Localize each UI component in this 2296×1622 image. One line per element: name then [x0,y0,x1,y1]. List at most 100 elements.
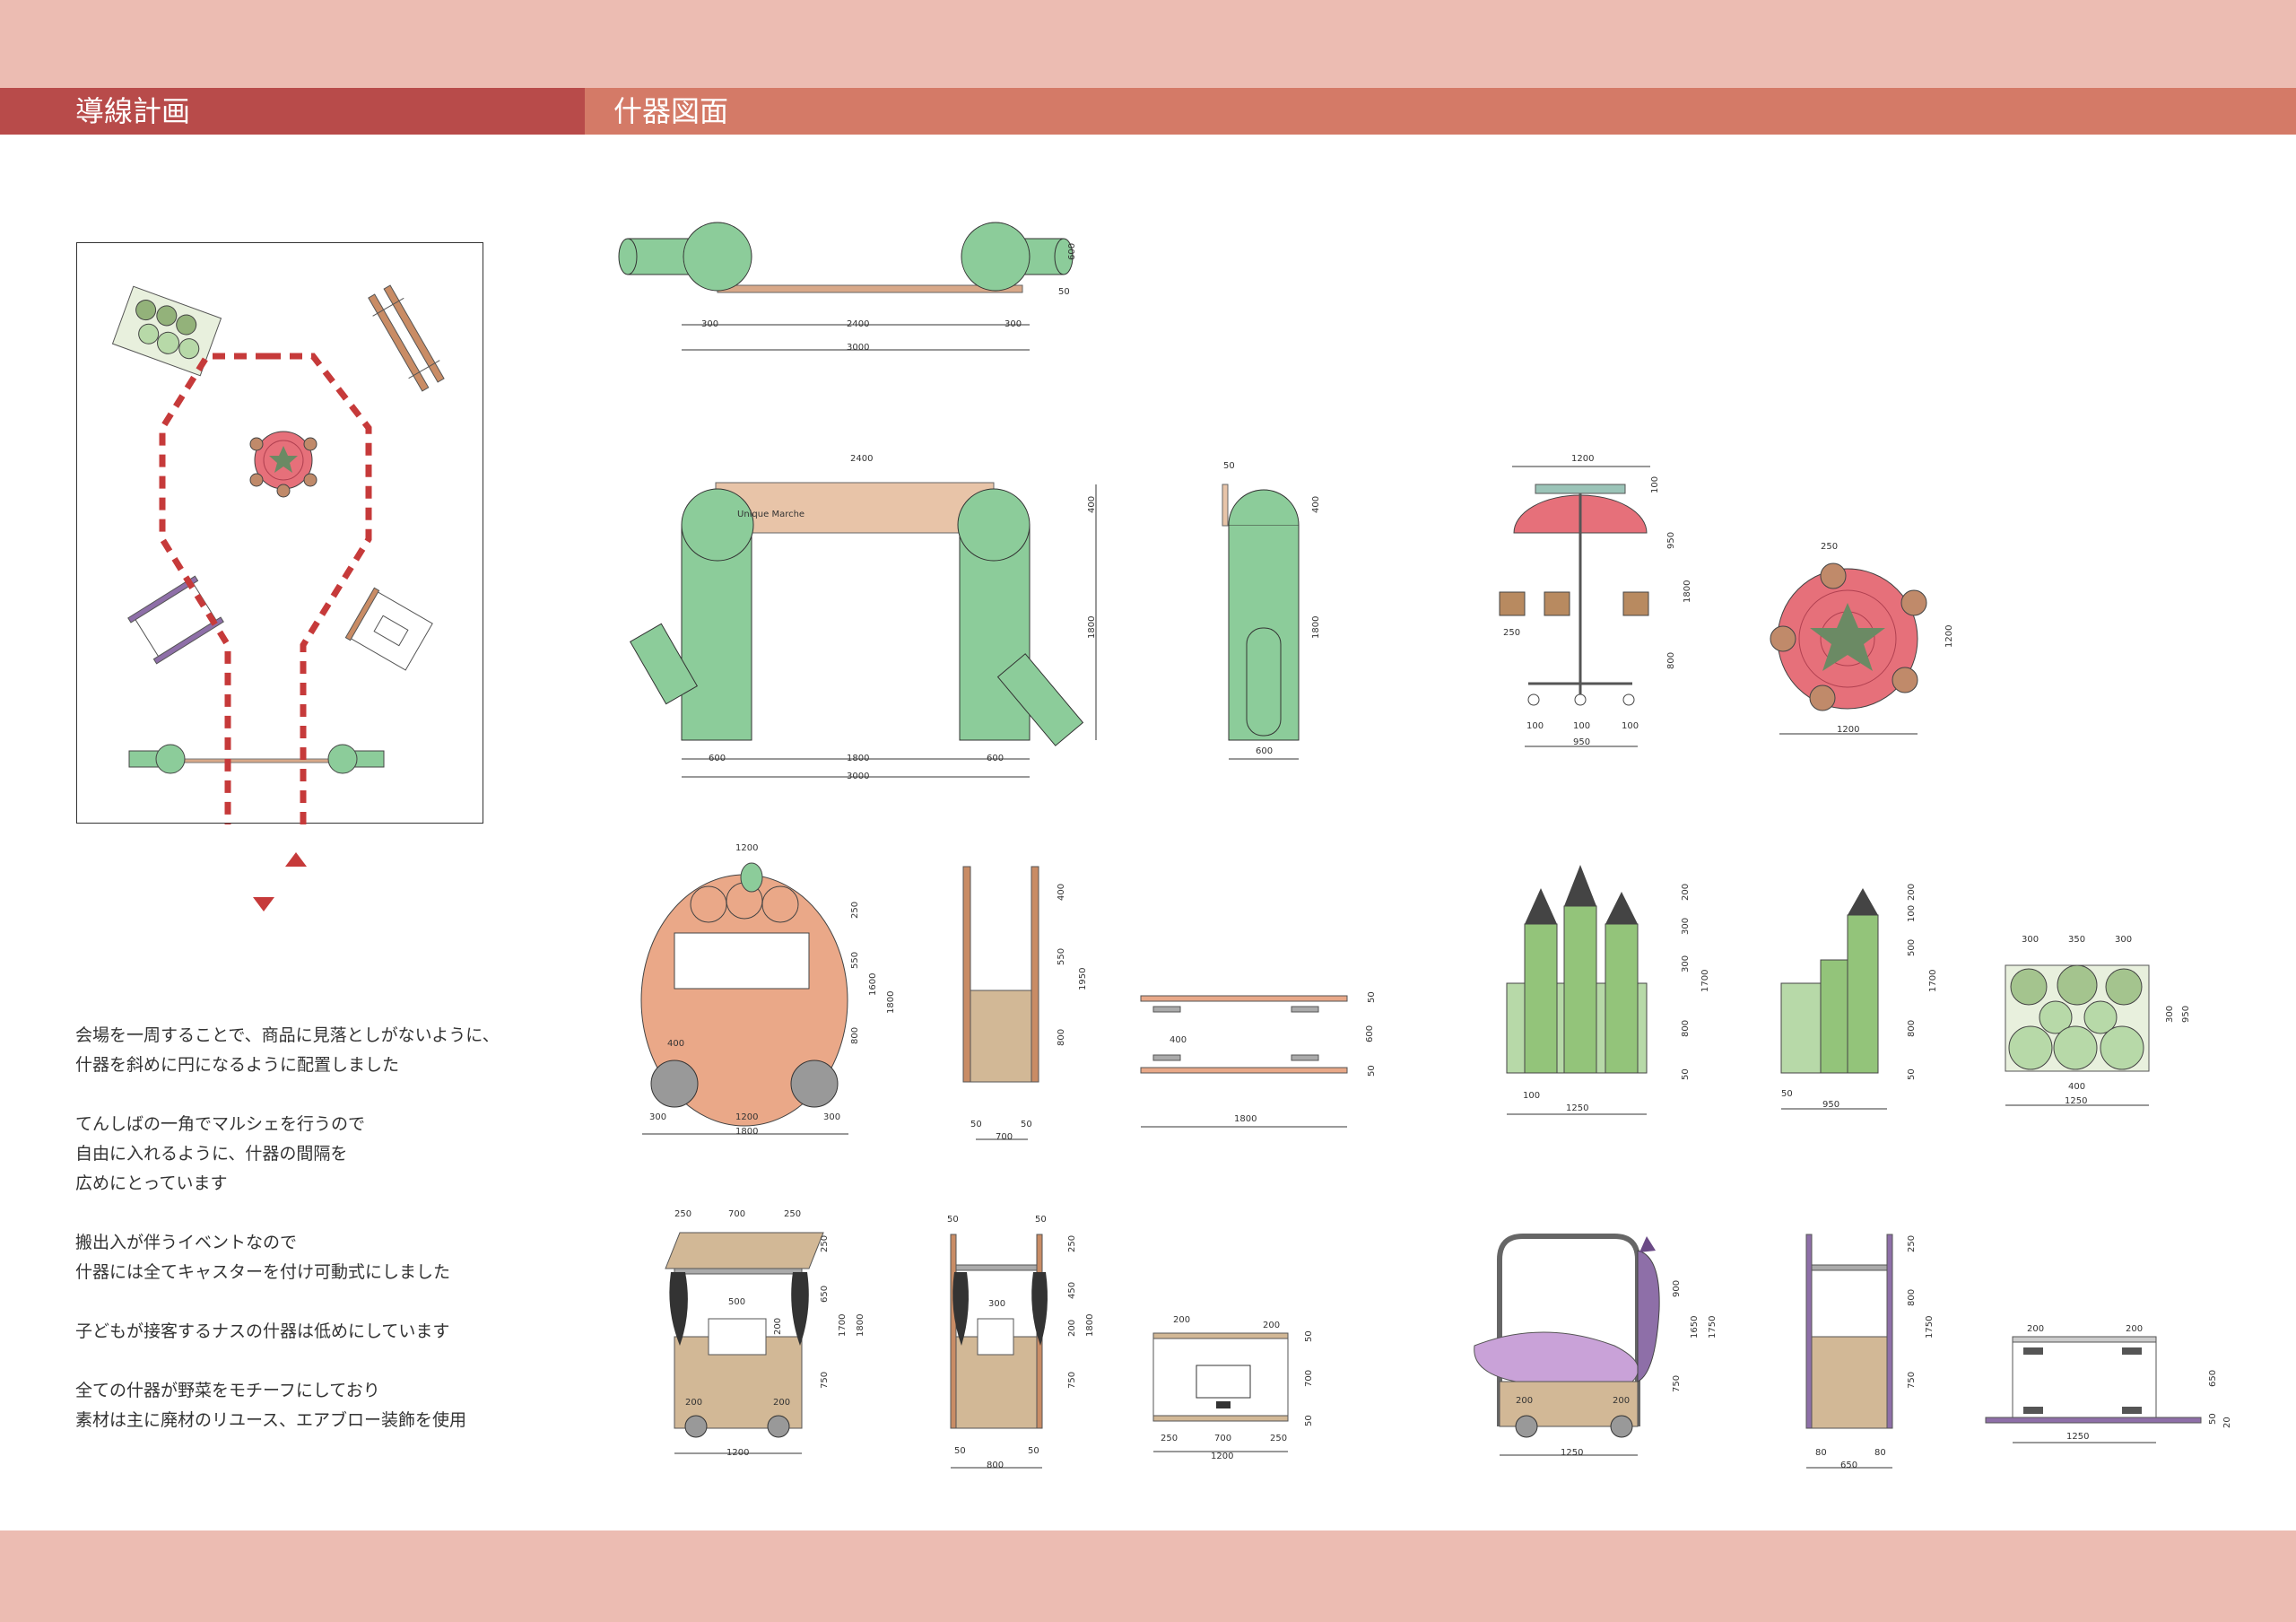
pumpkin-plan-view: 400 1800 600 50 50 [1140,991,1377,1128]
dim-text: 1800 [735,1127,758,1137]
asparagus-plan-view: 300 350 300 300 950 400 1250 [2005,935,2191,1106]
dim-text: 600 [1256,746,1273,756]
dim-text: 800 [1666,652,1676,669]
dim-text: 1800 [1683,580,1692,603]
dim-text: 1250 [2066,1432,2089,1442]
dim-text: 1200 [1211,1452,1233,1461]
dim-text: 600 [709,754,726,763]
dim-text: 1700 [838,1314,848,1337]
dim-text: 700 [728,1209,745,1219]
dim-text: 50 [2208,1413,2218,1425]
dim-text: 3000 [847,343,869,353]
dim-text: 100 [1650,476,1660,493]
dim-text: 250 [1907,1235,1917,1252]
asparagus-side-view: 200 100 500 1700 800 50 50 950 [1780,884,1938,1110]
dim-text: 50 [1304,1415,1314,1426]
dim-text: 300 [1004,319,1022,329]
dim-text: 200 [2126,1324,2143,1334]
pumpkin-fixture: 1200 250 1600 1800 550 800 300 1200 300 … [640,843,896,1137]
eggplant-side-view: 50 50 250 450 200 1800 750 300 50 50 800 [947,1215,1095,1470]
umbrella-plan-view: 250 1200 1200 [1770,542,1954,735]
dim-text: 300 [2165,1006,2175,1023]
dim-text: 800 [1681,1020,1691,1037]
dim-text: 250 [850,902,860,919]
dim-text: 1800 [1085,1314,1095,1337]
dim-text: 200 [1907,884,1917,901]
dim-text: 100 [1622,721,1639,731]
dim-text: 250 [1821,542,1838,552]
dim-text: 1700 [1700,970,1710,992]
dim-text: 800 [987,1461,1004,1470]
dim-text: 250 [1503,628,1520,638]
dim-text: 300 [823,1112,840,1122]
dim-text: 650 [1840,1461,1857,1470]
dim-text: 300 [1681,955,1691,972]
dim-text: 550 [1057,948,1066,965]
dim-text: 750 [820,1372,830,1389]
dim-text: 600 [1067,243,1077,260]
umbrella-fixture: 1200 100 950 1800 800 250 100 100 100 95… [1499,454,1692,747]
dim-text: 800 [1907,1289,1917,1306]
dim-text: 650 [2208,1370,2218,1387]
dim-text: 300 [988,1299,1005,1309]
dim-text: 50 [1035,1215,1047,1225]
bottom-band [0,1530,2296,1622]
dim-text: 950 [1822,1100,1839,1110]
dim-text: 50 [1367,1065,1377,1077]
dim-text: 800 [1907,1020,1917,1037]
dim-text: 200 [773,1398,790,1408]
dim-text: 450 [1067,1282,1077,1299]
dim-text: 950 [1666,532,1676,549]
dim-text: 1800 [1311,616,1321,639]
dim-text: 500 [1907,939,1917,956]
dim-text: 400 [1087,496,1097,513]
dim-text: 50 [954,1446,966,1456]
dim-text: 200 [1681,884,1691,901]
dim-text: 1700 [1928,970,1938,992]
dim-text: 200 [2027,1324,2044,1334]
dim-text: 250 [674,1209,691,1219]
eggplant-plan-view: 200 200 250 700 250 1200 50 700 50 [1152,1315,1314,1461]
dim-text: 200 [1613,1396,1630,1406]
dim-text: 1200 [726,1448,749,1458]
dim-text: 1200 [1944,625,1954,648]
dim-text: 1200 [1571,454,1594,464]
dim-text: 50 [1681,1068,1691,1080]
dim-text: 50 [1028,1446,1039,1456]
gate-sign: Unique Marche [737,510,804,519]
dim-text: 400 [2068,1082,2085,1092]
dim-text: 1800 [847,754,869,763]
dim-text: 100 [1573,721,1590,731]
dim-text: 50 [947,1215,959,1225]
dim-text: 50 [1223,461,1235,471]
dim-text: 250 [1067,1235,1077,1252]
dim-text: 300 [701,319,718,329]
dim-text: 200 [1516,1396,1533,1406]
dim-text: 250 [1270,1434,1287,1443]
dim-text: 2400 [850,454,873,464]
dim-text: 1750 [1708,1316,1718,1339]
dim-text: 950 [2181,1006,2191,1023]
dim-text: 50 [1907,1068,1917,1080]
dim-text: 200 [1067,1320,1077,1337]
dim-text: 50 [1058,287,1070,297]
dim-text: 300 [1681,918,1691,935]
dim-text: 300 [649,1112,666,1122]
fixture-drawings: 300 2400 300 3000 600 50 Unique Marche 2… [618,222,2232,1470]
dim-text: 2400 [847,319,869,329]
dim-text: 650 [820,1286,830,1303]
dim-text: 50 [1021,1120,1032,1129]
dim-text: 1600 [868,973,878,996]
dim-text: 1800 [1234,1114,1257,1124]
dim-text: 1200 [735,843,758,853]
dim-text: 700 [996,1132,1013,1142]
dim-text: 1750 [1925,1316,1935,1339]
dim-text: 1950 [1078,968,1088,990]
dim-text: 300 [2115,935,2132,945]
pumpkin-side-view: 400 550 1950 800 50 50 700 [962,866,1088,1142]
dim-text: 750 [1672,1375,1682,1392]
dim-text: 750 [1907,1372,1917,1389]
dim-text: 20 [2222,1417,2232,1428]
dim-text: 950 [1573,737,1590,747]
dim-text: 700 [1214,1434,1231,1443]
